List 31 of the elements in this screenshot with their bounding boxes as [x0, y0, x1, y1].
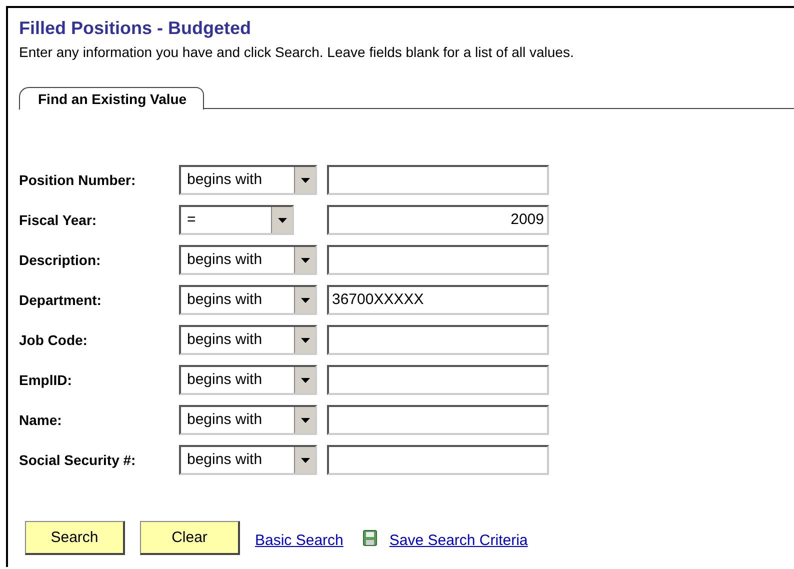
value-field[interactable]: [327, 165, 549, 195]
field-label: Fiscal Year:: [19, 212, 98, 228]
field-label: Social Security #:: [19, 452, 137, 468]
link[interactable]: Basic Search: [255, 532, 344, 548]
operator-dropdown[interactable]: =: [179, 205, 294, 235]
value-field[interactable]: [327, 405, 549, 435]
value-field[interactable]: [327, 445, 549, 475]
action-button[interactable]: Clear: [140, 521, 240, 555]
value-field[interactable]: [327, 365, 549, 395]
value-field[interactable]: 2009: [327, 205, 549, 235]
field-label: Job Code:: [19, 332, 88, 348]
operator-dropdown[interactable]: begins with: [179, 245, 317, 275]
operator-dropdown[interactable]: begins with: [179, 325, 317, 355]
field-label: Department:: [19, 292, 102, 308]
instructions-text: Enter any information you have and click Search. Leave fields blank for a list of all values.: [19, 43, 575, 62]
value-field[interactable]: 36700XXXXX: [327, 285, 549, 315]
field-label: Name:: [19, 412, 63, 428]
operator-dropdown[interactable]: begins with: [179, 285, 317, 315]
field-label: EmplID:: [19, 372, 73, 388]
link[interactable]: Save Search Criteria: [389, 532, 528, 548]
operator-dropdown[interactable]: begins with: [179, 165, 317, 195]
tab[interactable]: Find an Existing Value: [19, 87, 204, 110]
value-field[interactable]: [327, 245, 549, 275]
value-field[interactable]: [327, 325, 549, 355]
field-label: Description:: [19, 252, 102, 268]
operator-dropdown[interactable]: begins with: [179, 445, 317, 475]
page-title: Filled Positions - Budgeted: [19, 17, 252, 40]
action-button[interactable]: Search: [25, 521, 125, 555]
operator-dropdown[interactable]: begins with: [179, 405, 317, 435]
operator-dropdown[interactable]: begins with: [179, 365, 317, 395]
field-label: Position Number:: [19, 172, 137, 188]
